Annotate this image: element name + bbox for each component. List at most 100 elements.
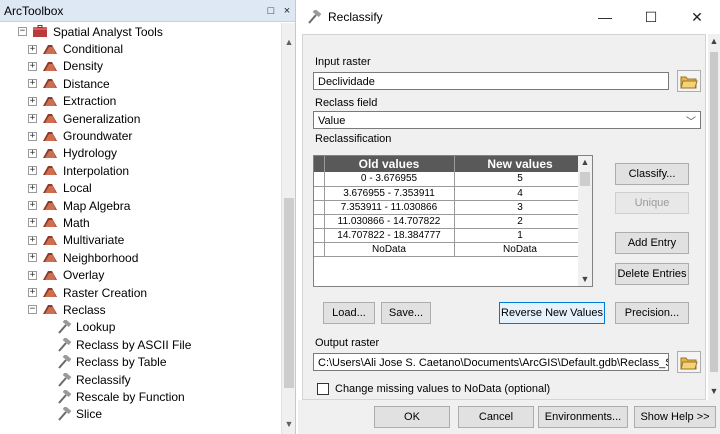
tree-item-distance[interactable]: + Distance [0,75,282,92]
expand-icon[interactable]: + [28,201,37,211]
row-selector[interactable] [314,228,325,243]
delete-entries-button[interactable]: Delete Entries [615,263,689,285]
expand-icon[interactable]: + [28,96,37,106]
new-value-cell[interactable]: NoData [454,242,587,257]
tree-tool-reclass-by-table[interactable]: Reclass by Table [0,353,282,370]
row-selector[interactable] [314,214,325,229]
table-scrollbar[interactable]: ▲ ▼ [578,156,592,286]
scroll-up-icon[interactable]: ▲ [578,157,592,167]
table-row[interactable]: 3.676955 - 7.353911 4 [314,186,587,201]
expand-icon[interactable]: + [28,218,37,228]
pin-icon[interactable]: □ [263,5,279,17]
table-row[interactable]: 0 - 3.676955 5 [314,172,587,187]
minimize-icon[interactable]: — [582,9,628,25]
row-selector[interactable] [314,200,325,215]
scroll-down-icon[interactable]: ▼ [282,419,296,429]
reverse-new-values-button[interactable]: Reverse New Values [499,302,605,324]
expand-icon[interactable]: + [28,270,37,280]
tree-tool-slice[interactable]: Slice [0,406,282,423]
tree-tool-reclassify[interactable]: Reclassify [0,371,282,388]
column-header-old-values[interactable]: Old values [324,156,455,172]
tree-tool-reclass-by-ascii-file[interactable]: Reclass by ASCII File [0,336,282,353]
tree-item-spatial-analyst-tools[interactable]: − Spatial Analyst Tools [0,23,282,40]
collapse-icon[interactable]: − [28,305,37,315]
reclassification-table[interactable]: Old values New values 0 - 3.676955 5 3.6… [313,155,593,287]
unique-button[interactable]: Unique [615,192,689,214]
tree-item-raster-creation[interactable]: + Raster Creation [0,284,282,301]
old-value-cell[interactable]: NoData [324,242,455,257]
tree-item-groundwater[interactable]: + Groundwater [0,127,282,144]
tree-item-reclass[interactable]: − Reclass [0,301,282,318]
environments-button[interactable]: Environments... [538,406,628,428]
expand-icon[interactable]: + [28,79,37,89]
toolbox-scrollbar[interactable]: ▲ ▼ [281,23,295,434]
expand-icon[interactable]: + [28,235,37,245]
scroll-up-icon[interactable]: ▲ [282,37,296,47]
scroll-down-icon[interactable]: ▼ [708,386,720,396]
browse-input-button[interactable] [677,70,701,92]
expand-icon[interactable]: + [28,114,37,124]
close-icon[interactable]: ✕ [674,9,720,26]
old-value-cell[interactable]: 14.707822 - 18.384777 [324,228,455,243]
add-entry-button[interactable]: Add Entry [615,232,689,254]
new-value-cell[interactable]: 5 [454,172,587,187]
table-row[interactable]: NoData NoData [314,242,587,257]
expand-icon[interactable]: + [28,148,37,158]
new-value-cell[interactable]: 2 [454,214,587,229]
row-selector[interactable] [314,186,325,201]
old-value-cell[interactable]: 11.030866 - 14.707822 [324,214,455,229]
tree-item-interpolation[interactable]: + Interpolation [0,162,282,179]
chevron-down-icon[interactable]: ﹀ [686,113,696,128]
tree-item-generalization[interactable]: + Generalization [0,110,282,127]
new-value-cell[interactable]: 1 [454,228,587,243]
new-value-cell[interactable]: 4 [454,186,587,201]
output-raster-field[interactable]: C:\Users\Ali Jose S. Caetano\Documents\A… [313,353,669,371]
row-selector[interactable] [314,172,325,187]
table-row[interactable]: 7.353911 - 11.030866 3 [314,200,587,215]
classify-button[interactable]: Classify... [615,163,689,185]
input-raster-field[interactable]: Declividade [313,72,669,90]
nodata-checkbox[interactable] [317,383,329,395]
tree-item-local[interactable]: + Local [0,180,282,197]
tree-item-density[interactable]: + Density [0,58,282,75]
tree-tool-rescale-by-function[interactable]: Rescale by Function [0,388,282,405]
tree-item-overlay[interactable]: + Overlay [0,266,282,283]
ok-button[interactable]: OK [374,406,450,428]
precision-button[interactable]: Precision... [615,302,689,324]
old-value-cell[interactable]: 3.676955 - 7.353911 [324,186,455,201]
dialog-scrollbar[interactable]: ▲ ▼ [708,34,720,400]
nodata-checkbox-label[interactable]: Change missing values to NoData (optiona… [335,383,550,395]
scrollbar-thumb[interactable] [710,52,718,372]
scroll-up-icon[interactable]: ▲ [708,36,720,46]
tree-item-math[interactable]: + Math [0,214,282,231]
expand-icon[interactable]: + [28,61,37,71]
reclass-field-select[interactable]: Value ﹀ [313,111,701,129]
expand-icon[interactable]: + [28,253,37,263]
tree-item-map-algebra[interactable]: + Map Algebra [0,197,282,214]
expand-icon[interactable]: + [28,183,37,193]
row-selector[interactable] [314,242,325,257]
new-value-cell[interactable]: 3 [454,200,587,215]
cancel-button[interactable]: Cancel [458,406,534,428]
tree-tool-lookup[interactable]: Lookup [0,319,282,336]
scroll-down-icon[interactable]: ▼ [578,274,592,284]
old-value-cell[interactable]: 7.353911 - 11.030866 [324,200,455,215]
scrollbar-thumb[interactable] [284,198,294,388]
old-value-cell[interactable]: 0 - 3.676955 [324,172,455,187]
collapse-icon[interactable]: − [18,27,27,37]
tree-item-extraction[interactable]: + Extraction [0,93,282,110]
table-row[interactable]: 11.030866 - 14.707822 2 [314,214,587,229]
close-icon[interactable]: × [279,5,295,17]
expand-icon[interactable]: + [28,288,37,298]
browse-output-button[interactable] [677,351,701,373]
tree-item-conditional[interactable]: + Conditional [0,40,282,57]
expand-icon[interactable]: + [28,166,37,176]
load-button[interactable]: Load... [323,302,375,324]
expand-icon[interactable]: + [28,44,37,54]
save-button[interactable]: Save... [381,302,431,324]
tree-item-neighborhood[interactable]: + Neighborhood [0,249,282,266]
tree-item-hydrology[interactable]: + Hydrology [0,145,282,162]
column-header-new-values[interactable]: New values [454,156,587,172]
table-row[interactable]: 14.707822 - 18.384777 1 [314,228,587,243]
tree-item-multivariate[interactable]: + Multivariate [0,232,282,249]
